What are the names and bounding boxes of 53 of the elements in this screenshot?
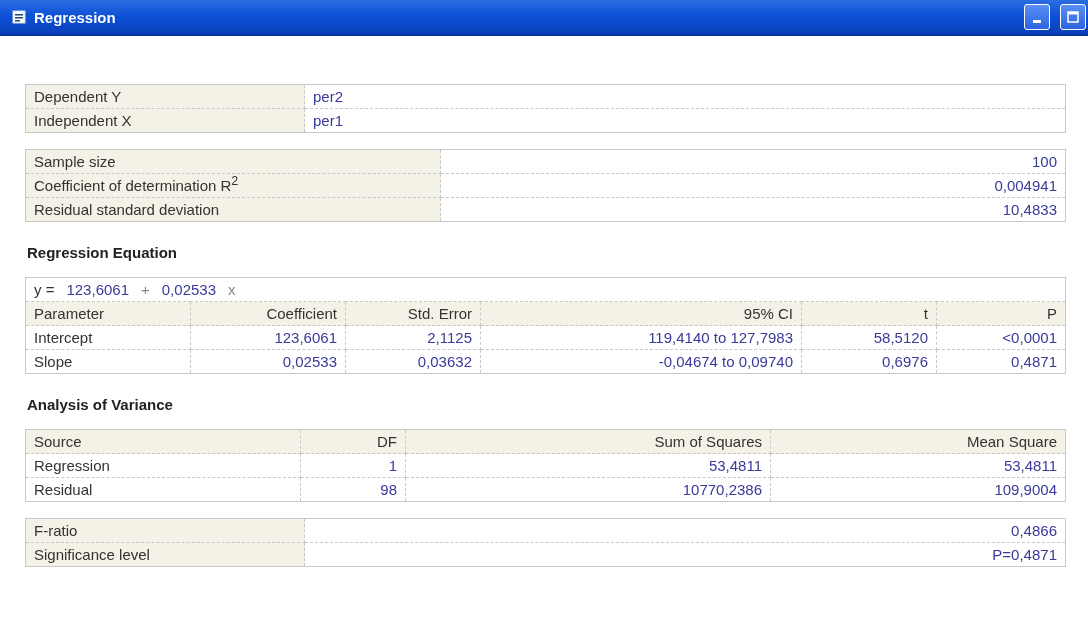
table-cell: Residual [25,477,301,502]
column-header: t [801,301,937,326]
minimize-button[interactable] [1024,4,1050,30]
table-cell: 53,4811 [770,453,1066,478]
variable-value: per1 [304,108,1066,133]
column-header: DF [300,429,406,454]
table-cell: 0,03632 [345,349,481,374]
document-icon [12,10,26,24]
variable-label: Dependent Y [25,84,305,109]
column-header: Mean Square [770,429,1066,454]
statistic-label: Coefficient of determination R$^{2}$ [25,173,441,198]
table-cell: Regression [25,453,301,478]
table-cell: 53,4811 [405,453,771,478]
table-cell: 0,02533 [190,349,346,374]
statistic-value: 0,004941 [440,173,1066,198]
column-header: Coefficient [190,301,346,326]
column-header: Std. Error [345,301,481,326]
statistic-label: Residual standard deviation [25,197,441,222]
table-cell: 58,5120 [801,325,937,350]
table-cell: 0,4871 [936,349,1066,374]
table-cell: 10770,2386 [405,477,771,502]
table-cell: <0,0001 [936,325,1066,350]
table-cell: Intercept [25,325,191,350]
statistic-label: F-ratio [25,518,305,543]
statistic-value: P=0,4871 [304,542,1066,567]
variable-label: Independent X [25,108,305,133]
statistic-value: 0,4866 [304,518,1066,543]
table-cell: Slope [25,349,191,374]
table-cell: 119,4140 to 127,7983 [480,325,802,350]
table-cell: 98 [300,477,406,502]
statistic-value: 100 [440,149,1066,174]
window-title: Regression [34,8,116,26]
section-heading: Regression Equation [27,244,179,261]
table-cell: 2,1125 [345,325,481,350]
column-header: 95% CI [480,301,802,326]
column-header: Source [25,429,301,454]
statistic-label: Significance level [25,542,305,567]
statistic-label: Sample size [25,149,441,174]
table-cell: -0,04674 to 0,09740 [480,349,802,374]
table-cell: 123,6061 [190,325,346,350]
maximize-icon [1066,10,1080,24]
regression-equation: y = 123,6061 + 0,02533 x [34,281,237,298]
variable-value: per2 [304,84,1066,109]
column-header: Sum of Squares [405,429,771,454]
table-cell: 1 [300,453,406,478]
table-cell: 109,9004 [770,477,1066,502]
column-header: Parameter [25,301,191,326]
minimize-icon [1033,20,1041,23]
table-cell: 0,6976 [801,349,937,374]
statistic-value: 10,4833 [440,197,1066,222]
section-heading: Analysis of Variance [27,396,174,413]
column-header: P [936,301,1066,326]
maximize-button[interactable] [1060,4,1086,30]
